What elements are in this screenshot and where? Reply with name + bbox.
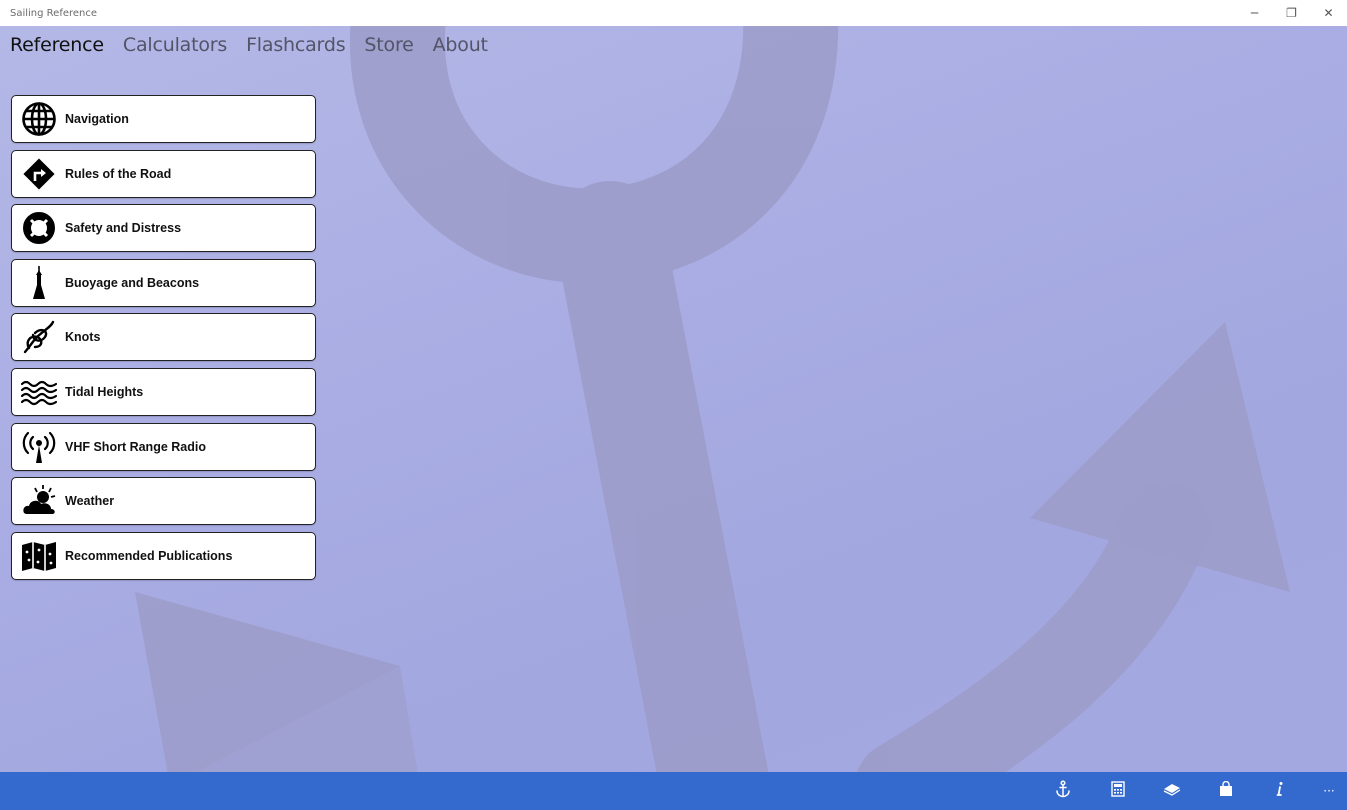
store-bag-icon <box>1219 780 1233 802</box>
pivot-tabs: Reference Calculators Flashcards Store A… <box>10 34 507 56</box>
tab-reference[interactable]: Reference <box>10 34 104 56</box>
info-button[interactable] <box>1262 772 1298 810</box>
list-item-weather[interactable]: Weather <box>11 477 316 526</box>
list-item-vhf-short-range-radio[interactable]: VHF Short Range Radio <box>11 422 316 471</box>
restore-button[interactable]: ❐ <box>1273 0 1310 26</box>
app-title: Sailing Reference <box>10 7 98 19</box>
antenna-icon <box>21 429 57 465</box>
title-bar: Sailing Reference ─ ❐ ✕ <box>0 0 1347 26</box>
flashcards-icon <box>1163 782 1181 801</box>
tab-flashcards[interactable]: Flashcards <box>246 34 346 56</box>
turn-sign-icon <box>21 156 57 192</box>
list-item-label: Tidal Heights <box>65 384 144 399</box>
store-button[interactable] <box>1208 772 1244 810</box>
sun-cloud-icon <box>21 483 57 519</box>
reference-list: Navigation Rules of the Road Safety and … <box>11 95 316 586</box>
list-item-tidal-heights[interactable]: Tidal Heights <box>11 367 316 416</box>
info-icon <box>1275 781 1285 802</box>
window-controls: ─ ❐ ✕ <box>1236 0 1347 26</box>
calculator-button[interactable] <box>1100 772 1136 810</box>
list-item-navigation[interactable]: Navigation <box>11 95 316 143</box>
main-area: Reference Calculators Flashcards Store A… <box>0 26 1347 772</box>
knot-icon <box>21 319 57 355</box>
list-item-label: Recommended Publications <box>65 548 233 563</box>
tab-store[interactable]: Store <box>364 34 413 56</box>
list-item-recommended-publications[interactable]: Recommended Publications <box>11 531 316 580</box>
list-item-label: Navigation <box>65 112 129 126</box>
flashcards-button[interactable] <box>1154 772 1190 810</box>
list-item-label: Buoyage and Beacons <box>65 275 200 290</box>
list-item-rules-of-the-road[interactable]: Rules of the Road <box>11 149 316 198</box>
list-item-label: Weather <box>65 494 115 509</box>
list-item-label: Knots <box>65 330 101 345</box>
app-bar: ··· <box>0 772 1347 810</box>
anchor-button[interactable] <box>1045 772 1081 810</box>
list-item-buoyage-and-beacons[interactable]: Buoyage and Beacons <box>11 258 316 307</box>
close-button[interactable]: ✕ <box>1310 0 1347 26</box>
more-button[interactable]: ··· <box>1311 772 1347 810</box>
tab-about[interactable]: About <box>433 34 488 56</box>
minimize-button[interactable]: ─ <box>1236 0 1273 26</box>
tab-calculators[interactable]: Calculators <box>123 34 227 56</box>
map-icon <box>21 538 57 574</box>
anchor-icon <box>1055 779 1071 803</box>
list-item-knots[interactable]: Knots <box>11 313 316 362</box>
globe-icon <box>21 101 57 137</box>
calculator-icon <box>1111 780 1125 802</box>
list-item-label: Rules of the Road <box>65 166 172 181</box>
lifebuoy-icon <box>21 210 57 246</box>
buoy-icon <box>21 265 57 301</box>
list-item-label: Safety and Distress <box>65 221 182 236</box>
list-item-label: VHF Short Range Radio <box>65 439 206 454</box>
list-item-safety-and-distress[interactable]: Safety and Distress <box>11 204 316 253</box>
waves-icon <box>21 374 57 410</box>
